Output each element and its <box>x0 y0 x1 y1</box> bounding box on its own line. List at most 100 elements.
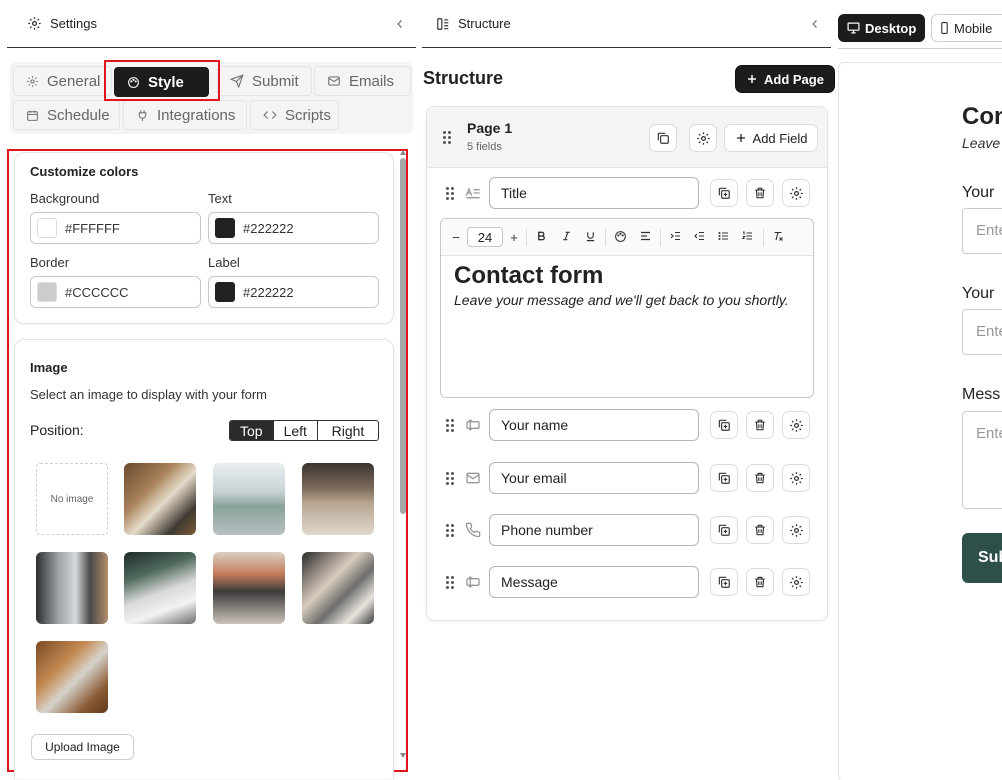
numbered-list-button[interactable] <box>740 230 754 242</box>
preview-input-name-placeholder: Ente <box>976 222 1002 239</box>
numbered-list-icon <box>741 230 754 242</box>
settings-scrollbar[interactable] <box>399 150 407 770</box>
editor-subtext: Leave your message and we'll get back to… <box>454 292 789 308</box>
delete-field-button[interactable] <box>746 179 774 207</box>
image-thumb-meeting-room[interactable] <box>213 552 285 624</box>
image-thumb-office-window[interactable] <box>213 463 285 535</box>
bullet-list-button[interactable] <box>716 230 730 242</box>
background-swatch[interactable] <box>37 218 57 238</box>
image-thumb-phone-wood[interactable] <box>36 641 108 713</box>
duplicate-field-button[interactable] <box>710 464 738 492</box>
scroll-up-arrow[interactable] <box>400 150 406 155</box>
field-message-label: Message <box>501 574 558 590</box>
position-top-option[interactable]: Top <box>230 421 273 440</box>
desktop-view-tab[interactable]: Desktop <box>838 14 926 42</box>
field-settings-button[interactable] <box>782 411 810 439</box>
position-right-option[interactable]: Right <box>316 421 378 440</box>
tab-general[interactable]: General <box>13 66 112 96</box>
align-button[interactable] <box>638 230 652 242</box>
page-header: Page 1 5 fields Add Field <box>427 107 827 168</box>
text-color-button[interactable] <box>613 230 627 243</box>
drag-handle-icon[interactable] <box>446 472 454 485</box>
delete-field-button[interactable] <box>746 516 774 544</box>
collapse-structure-icon[interactable] <box>809 18 821 30</box>
page-settings-button[interactable] <box>689 124 717 152</box>
tab-integrations[interactable]: Integrations <box>123 100 247 130</box>
image-thumb-phone-hands[interactable] <box>302 552 374 624</box>
add-page-button[interactable]: Add Page <box>736 66 834 92</box>
toolbar-divider <box>605 229 606 246</box>
clear-format-button[interactable] <box>771 230 785 242</box>
drag-handle-icon[interactable] <box>446 524 454 537</box>
copy-icon <box>717 418 731 432</box>
field-message[interactable]: Message <box>489 566 699 598</box>
duplicate-field-button[interactable] <box>710 568 738 596</box>
drag-handle-icon[interactable] <box>443 131 451 144</box>
preview-input-name[interactable]: Ente <box>962 208 1002 254</box>
scroll-down-arrow[interactable] <box>400 753 406 758</box>
outdent-button[interactable] <box>692 230 706 242</box>
font-size-decrease-button[interactable]: − <box>451 230 461 245</box>
preview-submit-button[interactable]: Sub <box>962 533 1002 583</box>
italic-button[interactable] <box>559 230 573 242</box>
collapse-left-icon[interactable] <box>394 18 406 30</box>
image-thumb-open-office[interactable] <box>302 463 374 535</box>
field-phone-number[interactable]: Phone number <box>489 514 699 546</box>
no-image-option[interactable]: No image <box>36 463 108 535</box>
field-settings-button[interactable] <box>782 516 810 544</box>
image-thumb-desk-coffee[interactable] <box>124 463 196 535</box>
label-swatch[interactable] <box>215 282 235 302</box>
field-title[interactable]: Title <box>489 177 699 209</box>
font-size-input[interactable]: 24 <box>467 227 503 247</box>
text-input-type-icon <box>465 418 481 432</box>
font-size-increase-button[interactable]: + <box>508 230 520 245</box>
tab-scripts[interactable]: Scripts <box>250 100 339 130</box>
scroll-thumb[interactable] <box>400 158 406 514</box>
field-your-name[interactable]: Your name <box>489 409 699 441</box>
delete-field-button[interactable] <box>746 464 774 492</box>
copy-icon <box>717 471 731 485</box>
text-color-input[interactable]: #222222 <box>208 212 379 244</box>
field-settings-button[interactable] <box>782 179 810 207</box>
text-swatch[interactable] <box>215 218 235 238</box>
image-thumb-glass-office[interactable] <box>36 552 108 624</box>
mobile-view-tab[interactable]: Mobile <box>931 14 1002 42</box>
drag-handle-icon[interactable] <box>446 419 454 432</box>
field-settings-button[interactable] <box>782 568 810 596</box>
clear-format-icon <box>772 230 785 242</box>
border-swatch[interactable] <box>37 282 57 302</box>
duplicate-field-button[interactable] <box>710 516 738 544</box>
tab-submit[interactable]: Submit <box>217 66 312 96</box>
preview-submit-label: Sub <box>978 549 1002 566</box>
add-field-button[interactable]: Add Field <box>724 124 818 152</box>
phone-icon <box>465 522 481 538</box>
drag-handle-icon[interactable] <box>446 187 454 200</box>
tab-schedule[interactable]: Schedule <box>13 100 120 130</box>
duplicate-field-button[interactable] <box>710 179 738 207</box>
rich-text-editor[interactable]: − 24 + Contact form Leave your message a… <box>440 218 814 398</box>
field-your-email[interactable]: Your email <box>489 462 699 494</box>
duplicate-page-button[interactable] <box>649 124 677 152</box>
indent-button[interactable] <box>668 230 682 242</box>
monitor-icon <box>847 22 860 34</box>
upload-image-button[interactable]: Upload Image <box>31 734 134 760</box>
drag-handle-icon[interactable] <box>446 576 454 589</box>
preview-textarea-message[interactable]: Ente <box>962 411 1002 509</box>
preview-subtitle: Leave <box>962 135 1001 151</box>
position-left-option[interactable]: Left <box>272 421 317 440</box>
duplicate-field-button[interactable] <box>710 411 738 439</box>
gear-icon <box>696 131 711 146</box>
background-color-input[interactable]: #FFFFFF <box>30 212 201 244</box>
underline-button[interactable] <box>583 230 597 243</box>
field-settings-button[interactable] <box>782 464 810 492</box>
bold-button[interactable] <box>534 230 548 242</box>
text-label: Text <box>208 191 232 206</box>
delete-field-button[interactable] <box>746 568 774 596</box>
tab-emails[interactable]: Emails <box>314 66 411 96</box>
border-color-input[interactable]: #CCCCCC <box>30 276 201 308</box>
label-color-input[interactable]: #222222 <box>208 276 379 308</box>
background-label: Background <box>30 191 100 206</box>
delete-field-button[interactable] <box>746 411 774 439</box>
image-thumb-laptop-desk[interactable] <box>124 552 196 624</box>
preview-input-email[interactable]: Ente <box>962 309 1002 355</box>
